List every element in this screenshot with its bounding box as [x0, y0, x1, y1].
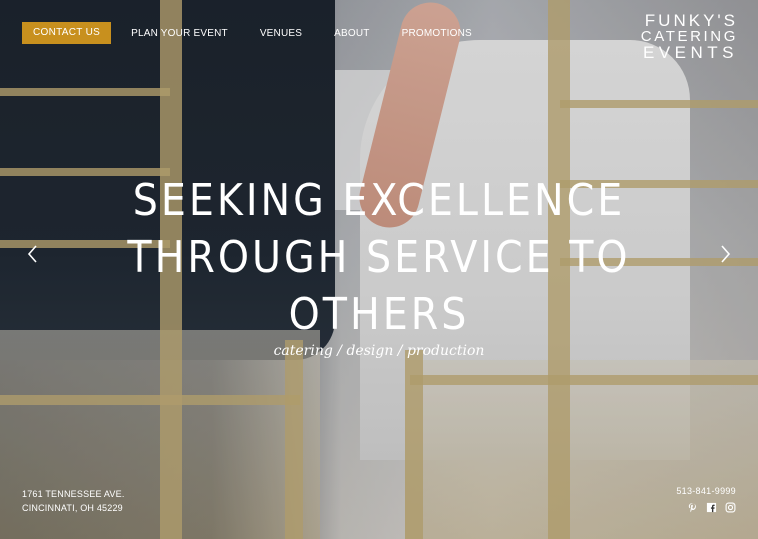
main-nav: CONTACT US PLAN YOUR EVENT VENUES ABOUT … — [22, 22, 504, 44]
instagram-icon[interactable] — [725, 502, 736, 513]
facebook-icon[interactable] — [706, 502, 717, 513]
hero-headline: SEEKING EXCELLENCE THROUGH SERVICE TO OT… — [0, 172, 758, 343]
nav-item-about[interactable]: ABOUT — [334, 28, 369, 39]
nav-item-venues[interactable]: VENUES — [260, 28, 302, 39]
pinterest-icon[interactable] — [687, 502, 698, 513]
hero-tagline: catering / design / production — [273, 343, 485, 359]
phone-number[interactable]: 513-841-9999 — [676, 486, 736, 496]
address-line-2: CINCINNATI, OH 45229 — [22, 503, 123, 513]
headline-line-1: SEEKING EXCELLENCE — [132, 175, 626, 226]
logo-line-1: FUNKY'S — [644, 11, 738, 30]
headline-line-3: OTHERS — [288, 289, 470, 340]
contact-us-button[interactable]: CONTACT US — [22, 22, 112, 44]
nav-item-promotions[interactable]: PROMOTIONS — [402, 28, 472, 39]
social-links — [676, 502, 736, 513]
logo-line-2: CATERING — [640, 28, 738, 45]
address-line-1: 1761 TENNESSEE AVE. — [22, 489, 125, 499]
logo-line-3: EVENTS — [642, 43, 738, 62]
nav-item-plan-your-event[interactable]: PLAN YOUR EVENT — [131, 28, 228, 39]
headline-line-2: THROUGH SERVICE TO — [127, 232, 631, 283]
site-logo[interactable]: FUNKY'S CATERING EVENTS — [641, 12, 738, 61]
address-block: 1761 TENNESSEE AVE. CINCINNATI, OH 45229 — [22, 487, 125, 515]
contact-block: 513-841-9999 — [676, 486, 736, 513]
hero-section: CONTACT US PLAN YOUR EVENT VENUES ABOUT … — [0, 0, 758, 539]
